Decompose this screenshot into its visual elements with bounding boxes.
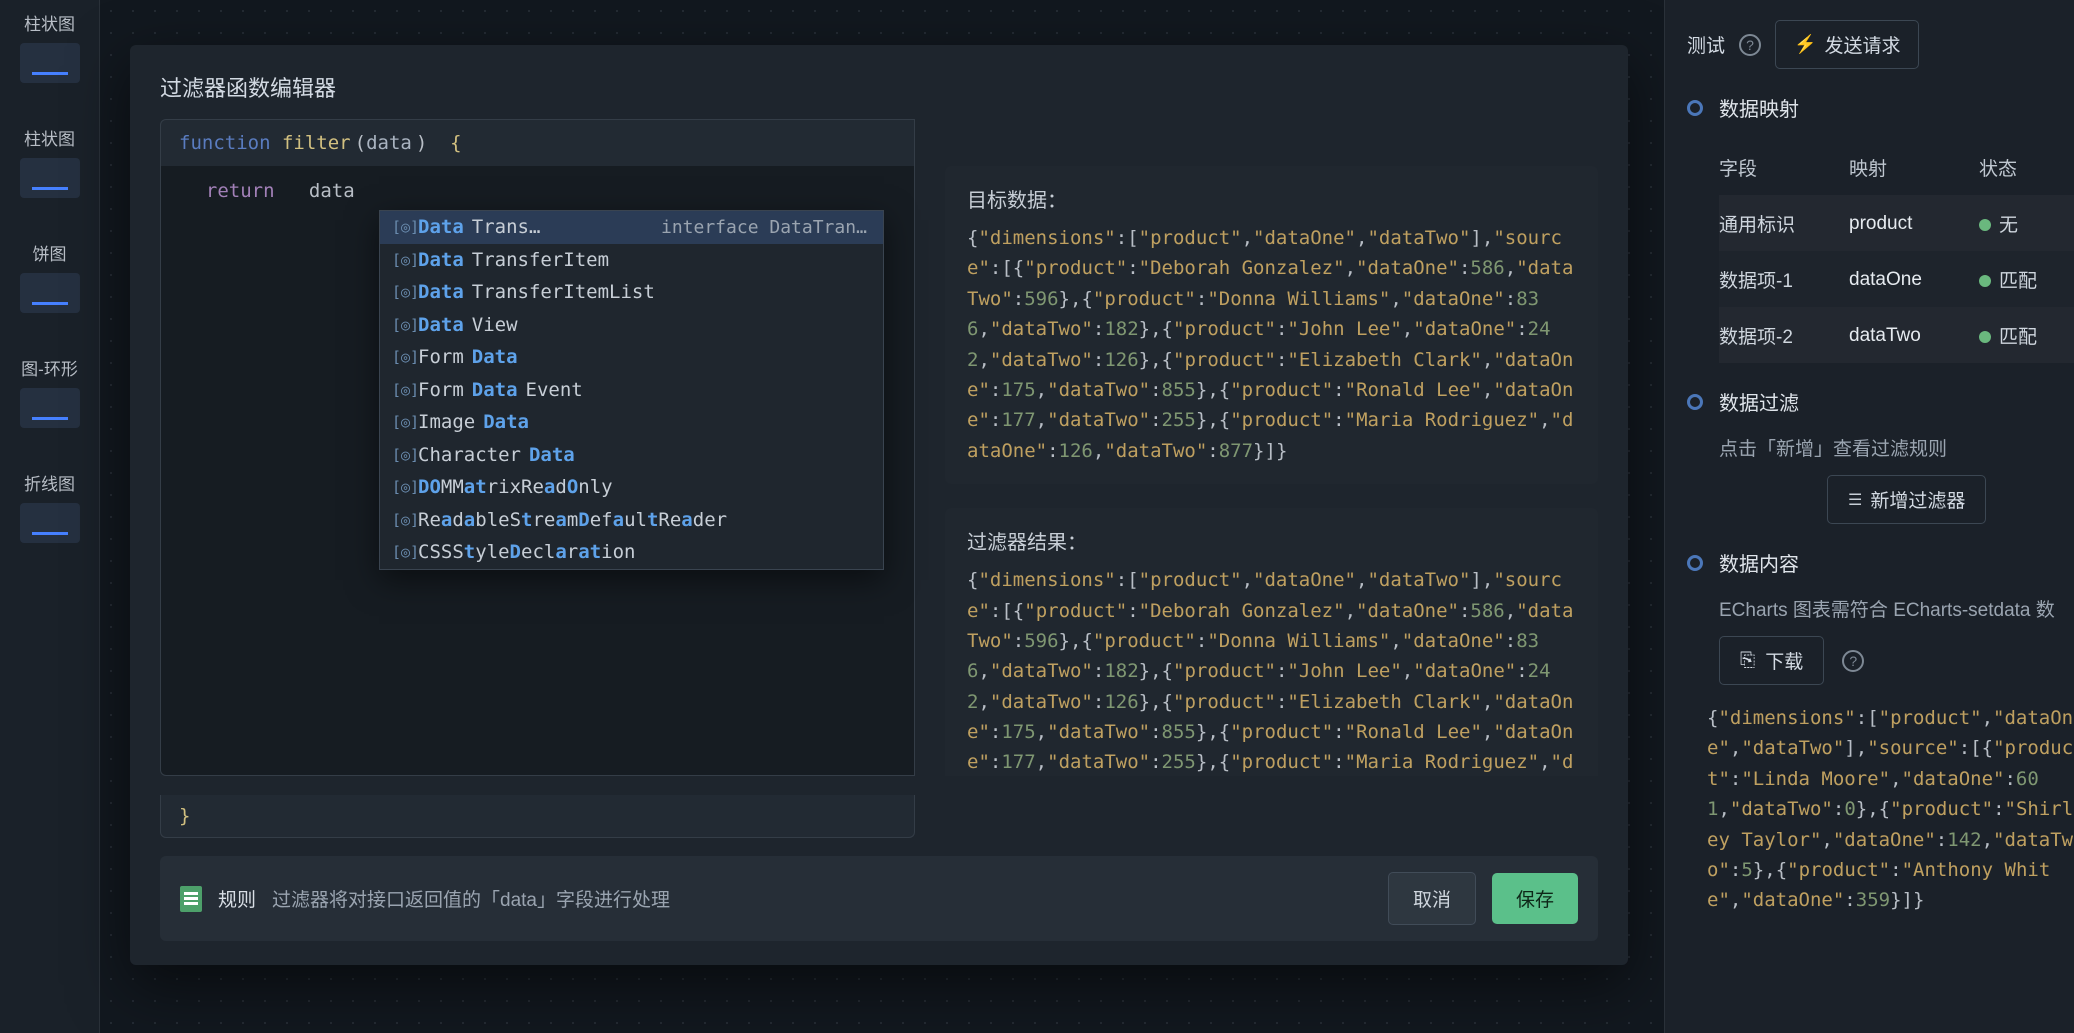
rail-item-3[interactable]: 图-环形 — [0, 345, 99, 460]
timeline-dot-icon — [1687, 100, 1703, 116]
modal-title: 过滤器函数编辑器 — [130, 45, 1628, 119]
interface-icon: [◎] — [392, 314, 410, 337]
function-header: function filter (data) { — [160, 119, 915, 166]
chart-thumb-icon — [20, 503, 80, 543]
content-description: ECharts 图表需符合 ECharts-setdata 数 — [1719, 595, 2074, 622]
status-dot-icon — [1979, 219, 1991, 231]
chart-thumb-icon — [20, 388, 80, 428]
rail-item-4[interactable]: 折线图 — [0, 460, 99, 575]
rail-item-1[interactable]: 柱状图 — [0, 115, 99, 230]
add-filter-button[interactable]: ☰ 新增过滤器 — [1827, 475, 1986, 524]
target-data-block: 目标数据： {"dimensions":["product","dataOne"… — [945, 166, 1598, 484]
rule-icon — [180, 886, 202, 912]
autocomplete-item[interactable]: [◎]DataTransferItemList — [380, 276, 883, 309]
autocomplete-item[interactable]: [◎]CSSStyleDeclaration — [380, 536, 883, 569]
interface-icon: [◎] — [392, 541, 410, 564]
autocomplete-item[interactable]: [◎]FormDataEvent — [380, 374, 883, 407]
autocomplete-item[interactable]: [◎]DOMMatrixReadOnly — [380, 471, 883, 504]
code-editor[interactable]: return data [◎]DataTrans…interface DataT… — [160, 166, 915, 776]
help-icon[interactable]: ? — [1842, 650, 1864, 672]
mapping-row[interactable]: 数据项-2 dataTwo 匹配 — [1719, 307, 2074, 363]
mapping-row[interactable]: 数据项-1 dataOne 匹配 — [1719, 251, 2074, 307]
save-button[interactable]: 保存 — [1492, 873, 1578, 924]
interface-icon: [◎] — [392, 476, 410, 499]
result-json: {"dimensions":["product","dataOne","data… — [967, 565, 1576, 776]
download-icon: ⎘ — [1740, 650, 1755, 672]
section-data-mapping: 数据映射 — [1687, 93, 2074, 122]
cancel-button[interactable]: 取消 — [1388, 872, 1476, 925]
chart-thumb-icon — [20, 43, 80, 83]
filter-icon: ☰ — [1848, 490, 1860, 510]
interface-icon: [◎] — [392, 509, 410, 532]
interface-icon: [◎] — [392, 379, 410, 402]
content-json: {"dimensions":["product","dataOne","data… — [1707, 703, 2074, 916]
section-data-content: 数据内容 — [1687, 548, 2074, 577]
mapping-table: 字段 映射 状态 通用标识 product 无 数据项-1 dataOne 匹配… — [1719, 140, 2074, 363]
mapping-row[interactable]: 通用标识 product 无 — [1719, 195, 2074, 251]
download-button[interactable]: ⎘ 下载 — [1719, 636, 1824, 685]
chart-thumb-icon — [20, 158, 80, 198]
interface-icon: [◎] — [392, 249, 410, 272]
autocomplete-item[interactable]: [◎]DataTrans…interface DataTransfervar — [380, 211, 883, 244]
interface-icon: [◎] — [392, 411, 410, 434]
function-footer: } — [160, 795, 915, 838]
autocomplete-item[interactable]: [◎]FormData — [380, 341, 883, 374]
autocomplete-item[interactable]: [◎]ImageData — [380, 406, 883, 439]
filter-result-block: 过滤器结果： {"dimensions":["product","dataOne… — [945, 508, 1598, 776]
bolt-icon: ⚡ — [1794, 34, 1816, 55]
filter-hint: 点击「新增」查看过滤规则 — [1719, 434, 2074, 461]
autocomplete-item[interactable]: [◎]CharacterData — [380, 439, 883, 472]
interface-icon: [◎] — [392, 216, 410, 239]
rail-item-2[interactable]: 饼图 — [0, 230, 99, 345]
rule-label: 规则 — [218, 885, 256, 912]
autocomplete-popup: [◎]DataTrans…interface DataTransfervar[◎… — [379, 210, 884, 570]
inspector-panel: 测试 ? ⚡ 发送请求 数据映射 字段 映射 状态 通用标识 product 无… — [1664, 0, 2074, 1033]
rail-item-0[interactable]: 柱状图 — [0, 0, 99, 115]
left-rail: 柱状图 柱状图 饼图 图-环形 折线图 — [0, 0, 100, 1033]
status-dot-icon — [1979, 331, 1991, 343]
modal-footer: 规则 过滤器将对接口返回值的「data」字段进行处理 取消 保存 — [160, 856, 1598, 941]
chart-thumb-icon — [20, 273, 80, 313]
test-label: 测试 — [1687, 31, 1725, 58]
interface-icon: [◎] — [392, 346, 410, 369]
autocomplete-item[interactable]: [◎]ReadableStreamDefaultReader — [380, 504, 883, 537]
autocomplete-item[interactable]: [◎]DataView — [380, 309, 883, 342]
rule-description: 过滤器将对接口返回值的「data」字段进行处理 — [272, 885, 670, 912]
timeline-dot-icon — [1687, 555, 1703, 571]
section-data-filter: 数据过滤 — [1687, 387, 2074, 416]
filter-editor-modal: 过滤器函数编辑器 function filter (data) { return… — [130, 45, 1628, 965]
interface-icon: [◎] — [392, 444, 410, 467]
send-request-button[interactable]: ⚡ 发送请求 — [1775, 20, 1919, 69]
interface-icon: [◎] — [392, 281, 410, 304]
timeline-dot-icon — [1687, 394, 1703, 410]
autocomplete-item[interactable]: [◎]DataTransferItem — [380, 244, 883, 277]
status-dot-icon — [1979, 275, 1991, 287]
target-json: {"dimensions":["product","dataOne","data… — [967, 223, 1576, 466]
help-icon[interactable]: ? — [1739, 34, 1761, 56]
